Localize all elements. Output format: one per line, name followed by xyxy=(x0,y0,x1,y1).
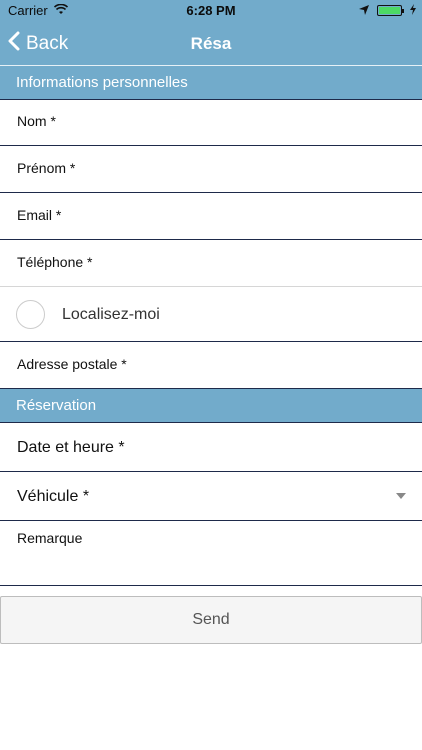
charging-bolt-icon xyxy=(410,3,416,18)
location-arrow-icon xyxy=(359,3,369,18)
adresse-label: Adresse postale * xyxy=(17,356,127,372)
adresse-field[interactable]: Adresse postale * xyxy=(0,342,422,389)
section-header-personal: Informations personnelles xyxy=(0,66,422,100)
telephone-field[interactable]: Téléphone * xyxy=(0,240,422,287)
remarque-field[interactable]: Remarque xyxy=(0,521,422,586)
prenom-field[interactable]: Prénom * xyxy=(0,146,422,193)
date-field[interactable]: Date et heure * xyxy=(0,423,422,472)
battery-level xyxy=(379,7,400,14)
email-label: Email * xyxy=(17,207,62,223)
status-bar: Carrier 6:28 PM xyxy=(0,0,422,22)
status-indicators xyxy=(359,3,416,18)
localize-row[interactable]: Localisez-moi xyxy=(0,287,422,342)
top-bar: Carrier 6:28 PM Back Résa xyxy=(0,0,422,66)
telephone-label: Téléphone * xyxy=(17,254,93,270)
email-field[interactable]: Email * xyxy=(0,193,422,240)
section-header-reservation: Réservation xyxy=(0,389,422,423)
send-button[interactable]: Send xyxy=(0,596,422,644)
dropdown-arrow-icon xyxy=(396,493,406,499)
nom-field[interactable]: Nom * xyxy=(0,100,422,146)
battery-icon xyxy=(377,5,404,16)
remarque-label: Remarque xyxy=(17,530,83,546)
vehicule-select[interactable]: Véhicule * xyxy=(0,472,422,521)
vehicule-label: Véhicule * xyxy=(17,488,90,505)
page-title: Résa xyxy=(190,34,232,53)
localize-radio[interactable] xyxy=(16,300,45,329)
prenom-label: Prénom * xyxy=(17,160,76,176)
localize-label: Localisez-moi xyxy=(62,306,160,323)
nom-label: Nom * xyxy=(17,113,56,129)
date-label: Date et heure * xyxy=(17,439,125,456)
navigation-bar: Back Résa xyxy=(0,22,422,66)
app-screen: Carrier 6:28 PM Back Résa Informations p… xyxy=(0,0,422,750)
